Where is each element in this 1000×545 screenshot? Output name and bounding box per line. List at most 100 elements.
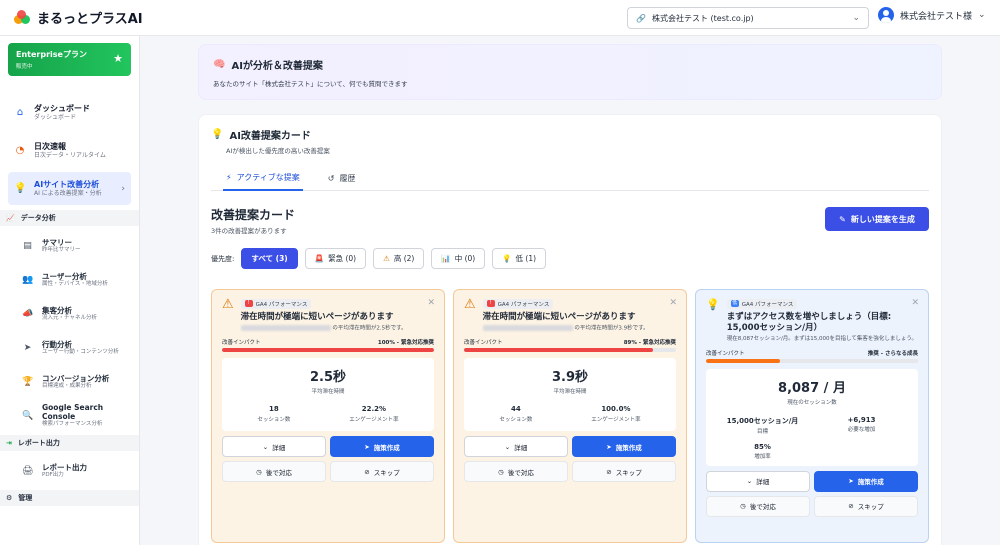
chip-label: 高 (2) bbox=[393, 254, 415, 263]
gear-icon: ⚙ bbox=[6, 494, 13, 502]
suggestion-card: ✕ ⚠ ! GA4 パフォーマンス 滞在時間が極端に短いページがあります の平均滞… bbox=[453, 289, 687, 543]
clock-icon: ◷ bbox=[740, 502, 746, 510]
sidebar-item-label: レポート出力 bbox=[42, 462, 87, 472]
button-label: スキップ bbox=[857, 503, 884, 511]
impact-bar bbox=[464, 348, 676, 352]
user-menu[interactable]: 株式会社テスト様 ⌄ bbox=[878, 7, 986, 23]
filter-chip-medium[interactable]: 📊 中 (0) bbox=[431, 248, 486, 269]
later-button[interactable]: ◷ 後で対応 bbox=[222, 461, 326, 482]
tab-label: 履歴 bbox=[339, 173, 356, 183]
rate-label: 増加率 bbox=[754, 453, 771, 460]
filter-chip-low[interactable]: 💡 低 (1) bbox=[492, 248, 547, 269]
close-icon[interactable]: ✕ bbox=[911, 298, 919, 308]
impact-value: 89% - 緊急対応推奨 bbox=[623, 340, 676, 346]
site-selector[interactable]: 🔗 株式会社テスト (test.co.jp) ⌄ bbox=[627, 7, 869, 29]
create-action-button[interactable]: ➤ 施策作成 bbox=[814, 470, 918, 492]
sidebar-item-conversion[interactable]: 🏆 コンバージョン分析 目標達成・成果分析 bbox=[8, 366, 131, 397]
stat-value: 44 bbox=[511, 405, 521, 413]
plan-name: Enterpriseプラン bbox=[16, 50, 87, 59]
sidebar-item-search-console[interactable]: 🔍 Google Search Console 検索パフォーマンス分析 bbox=[8, 400, 131, 431]
sidebar-item-daily[interactable]: ◔ 日次速報 日次データ・リアルタイム bbox=[8, 134, 131, 167]
pencil-icon: ✎ bbox=[839, 214, 846, 224]
category-pill: ! GA4 パフォーマンス bbox=[240, 298, 312, 309]
sidebar-item-acquisition[interactable]: 📣 集客分析 流入元・チャネル分析 bbox=[8, 298, 131, 329]
sidebar-item-dashboard[interactable]: ⌂ ダッシュボード ダッシュボード bbox=[8, 96, 131, 129]
sidebar-item-sub: 流入元・チャネル分析 bbox=[42, 314, 97, 321]
sidebar-item-label: 集客分析 bbox=[42, 305, 72, 315]
top-bar: まるっとプラスAI 🔗 株式会社テスト (test.co.jp) ⌄ 株式会社テ… bbox=[0, 0, 1000, 36]
warning-icon: ⚠ bbox=[222, 297, 234, 312]
metric-value: 8,087 / 月 bbox=[778, 380, 846, 396]
chart-line-icon: 📈 bbox=[6, 214, 15, 222]
button-label: 後で対応 bbox=[507, 468, 534, 477]
impact-label: 改善インパクト bbox=[222, 340, 261, 346]
button-label: 詳細 bbox=[272, 443, 286, 452]
alarm-icon: 🚨 bbox=[314, 254, 325, 263]
impact-bar-fill bbox=[222, 348, 434, 352]
tab-history[interactable]: ↺ 履歴 bbox=[325, 165, 359, 191]
skip-button[interactable]: ⊘ スキップ bbox=[814, 495, 918, 517]
goal-value: 15,000セッション/月 bbox=[726, 416, 799, 425]
sidebar-item-label: ユーザー分析 bbox=[42, 271, 87, 281]
sidebar-item-sub: 目標達成・成果分析 bbox=[42, 382, 92, 389]
home-icon: ⌂ bbox=[16, 107, 24, 118]
lightbulb-icon: 💡 bbox=[14, 183, 27, 194]
tab-active-suggestions[interactable]: ⚡ アクティブな提案 bbox=[223, 165, 303, 191]
button-label: スキップ bbox=[373, 468, 400, 477]
detail-button[interactable]: ⌄ 詳細 bbox=[706, 470, 810, 492]
sidebar-item-label: Google Search Console bbox=[42, 403, 104, 421]
chevron-down-icon: ⌄ bbox=[746, 477, 753, 485]
redacted-url bbox=[482, 324, 573, 331]
later-button[interactable]: ◷ 後で対応 bbox=[706, 495, 810, 517]
detail-button[interactable]: ⌄ 詳細 bbox=[222, 436, 326, 457]
detail-button[interactable]: ⌄ 詳細 bbox=[464, 436, 568, 457]
later-button[interactable]: ◷ 後で対応 bbox=[464, 461, 568, 482]
generate-suggestion-button[interactable]: ✎ 新しい提案を生成 bbox=[825, 207, 929, 231]
plan-card[interactable]: Enterpriseプラン 販売中 ★ bbox=[8, 43, 131, 76]
sidebar-item-sub: 検索パフォーマンス分析 bbox=[42, 421, 103, 427]
chip-label: すべて (3) bbox=[251, 254, 288, 263]
cards-count: 3件の改善提案があります bbox=[211, 227, 287, 235]
goal-label: 目標 bbox=[756, 428, 768, 435]
section-label: データ分析 bbox=[20, 214, 56, 222]
users-icon: 👥 bbox=[22, 274, 34, 285]
sidebar-item-behavior[interactable]: ➤ 行動分析 ユーザー行動・コンテンツ分析 bbox=[8, 332, 131, 363]
sidebar-item-sub: 属性・デバイス・地域分析 bbox=[42, 280, 108, 287]
metric-label: 平均滞在時間 bbox=[311, 389, 345, 395]
warning-icon: ⚠ bbox=[383, 254, 390, 263]
create-action-button[interactable]: ➤ 施策作成 bbox=[330, 436, 434, 457]
gauge-icon: ◔ bbox=[15, 145, 25, 156]
app-logo[interactable]: まるっとプラスAI bbox=[14, 8, 143, 27]
chevron-right-icon: › bbox=[121, 183, 125, 194]
filter-chip-all[interactable]: すべて (3) bbox=[241, 248, 298, 269]
button-label: 施策作成 bbox=[857, 478, 884, 486]
sidebar-item-ai-analysis[interactable]: 💡 AIサイト改善分析 AI による改善提案・分析 › bbox=[8, 172, 131, 205]
stat-label: セッション数 bbox=[257, 417, 291, 423]
user-name: 株式会社テスト様 bbox=[900, 11, 973, 22]
sidebar-item-users[interactable]: 👥 ユーザー分析 属性・デバイス・地域分析 bbox=[8, 264, 131, 295]
close-icon[interactable]: ✕ bbox=[669, 298, 677, 308]
skip-button[interactable]: ⊘ スキップ bbox=[572, 461, 676, 482]
button-label: 後で対応 bbox=[749, 503, 776, 511]
sidebar-item-summary[interactable]: ▤ サマリー 昨年比サマリー bbox=[8, 230, 131, 261]
filter-label: 優先度: bbox=[211, 254, 235, 263]
ban-icon: ⊘ bbox=[848, 502, 854, 510]
ban-icon: ⊘ bbox=[606, 467, 612, 476]
filter-chip-urgent[interactable]: 🚨 緊急 (0) bbox=[304, 248, 367, 269]
button-label: スキップ bbox=[615, 468, 642, 477]
megaphone-icon: 📣 bbox=[22, 308, 34, 319]
main-nav: ⌂ ダッシュボード ダッシュボード ◔ 日次速報 日次データ・リアルタイム 💡 AI… bbox=[8, 96, 131, 205]
stat-label: エンゲージメント率 bbox=[349, 417, 399, 423]
star-icon: ★ bbox=[113, 52, 123, 65]
filter-chip-high[interactable]: ⚠ 高 (2) bbox=[373, 248, 425, 269]
cards-section-title: 改善提案カード bbox=[211, 208, 296, 222]
chip-label: 低 (1) bbox=[515, 254, 537, 263]
sidebar-item-report[interactable]: 🖨 レポート出力 PDF出力 bbox=[8, 455, 131, 486]
app-name: まるっとプラスAI bbox=[37, 12, 143, 27]
table-icon: ▤ bbox=[23, 240, 32, 251]
close-icon[interactable]: ✕ bbox=[427, 298, 435, 308]
create-action-button[interactable]: ➤ 施策作成 bbox=[572, 436, 676, 457]
sidebar: Enterpriseプラン 販売中 ★ ⌂ ダッシュボード ダッシュボード ◔ 日… bbox=[0, 36, 140, 545]
skip-button[interactable]: ⊘ スキップ bbox=[330, 461, 434, 482]
stat-label: セッション数 bbox=[499, 417, 533, 423]
